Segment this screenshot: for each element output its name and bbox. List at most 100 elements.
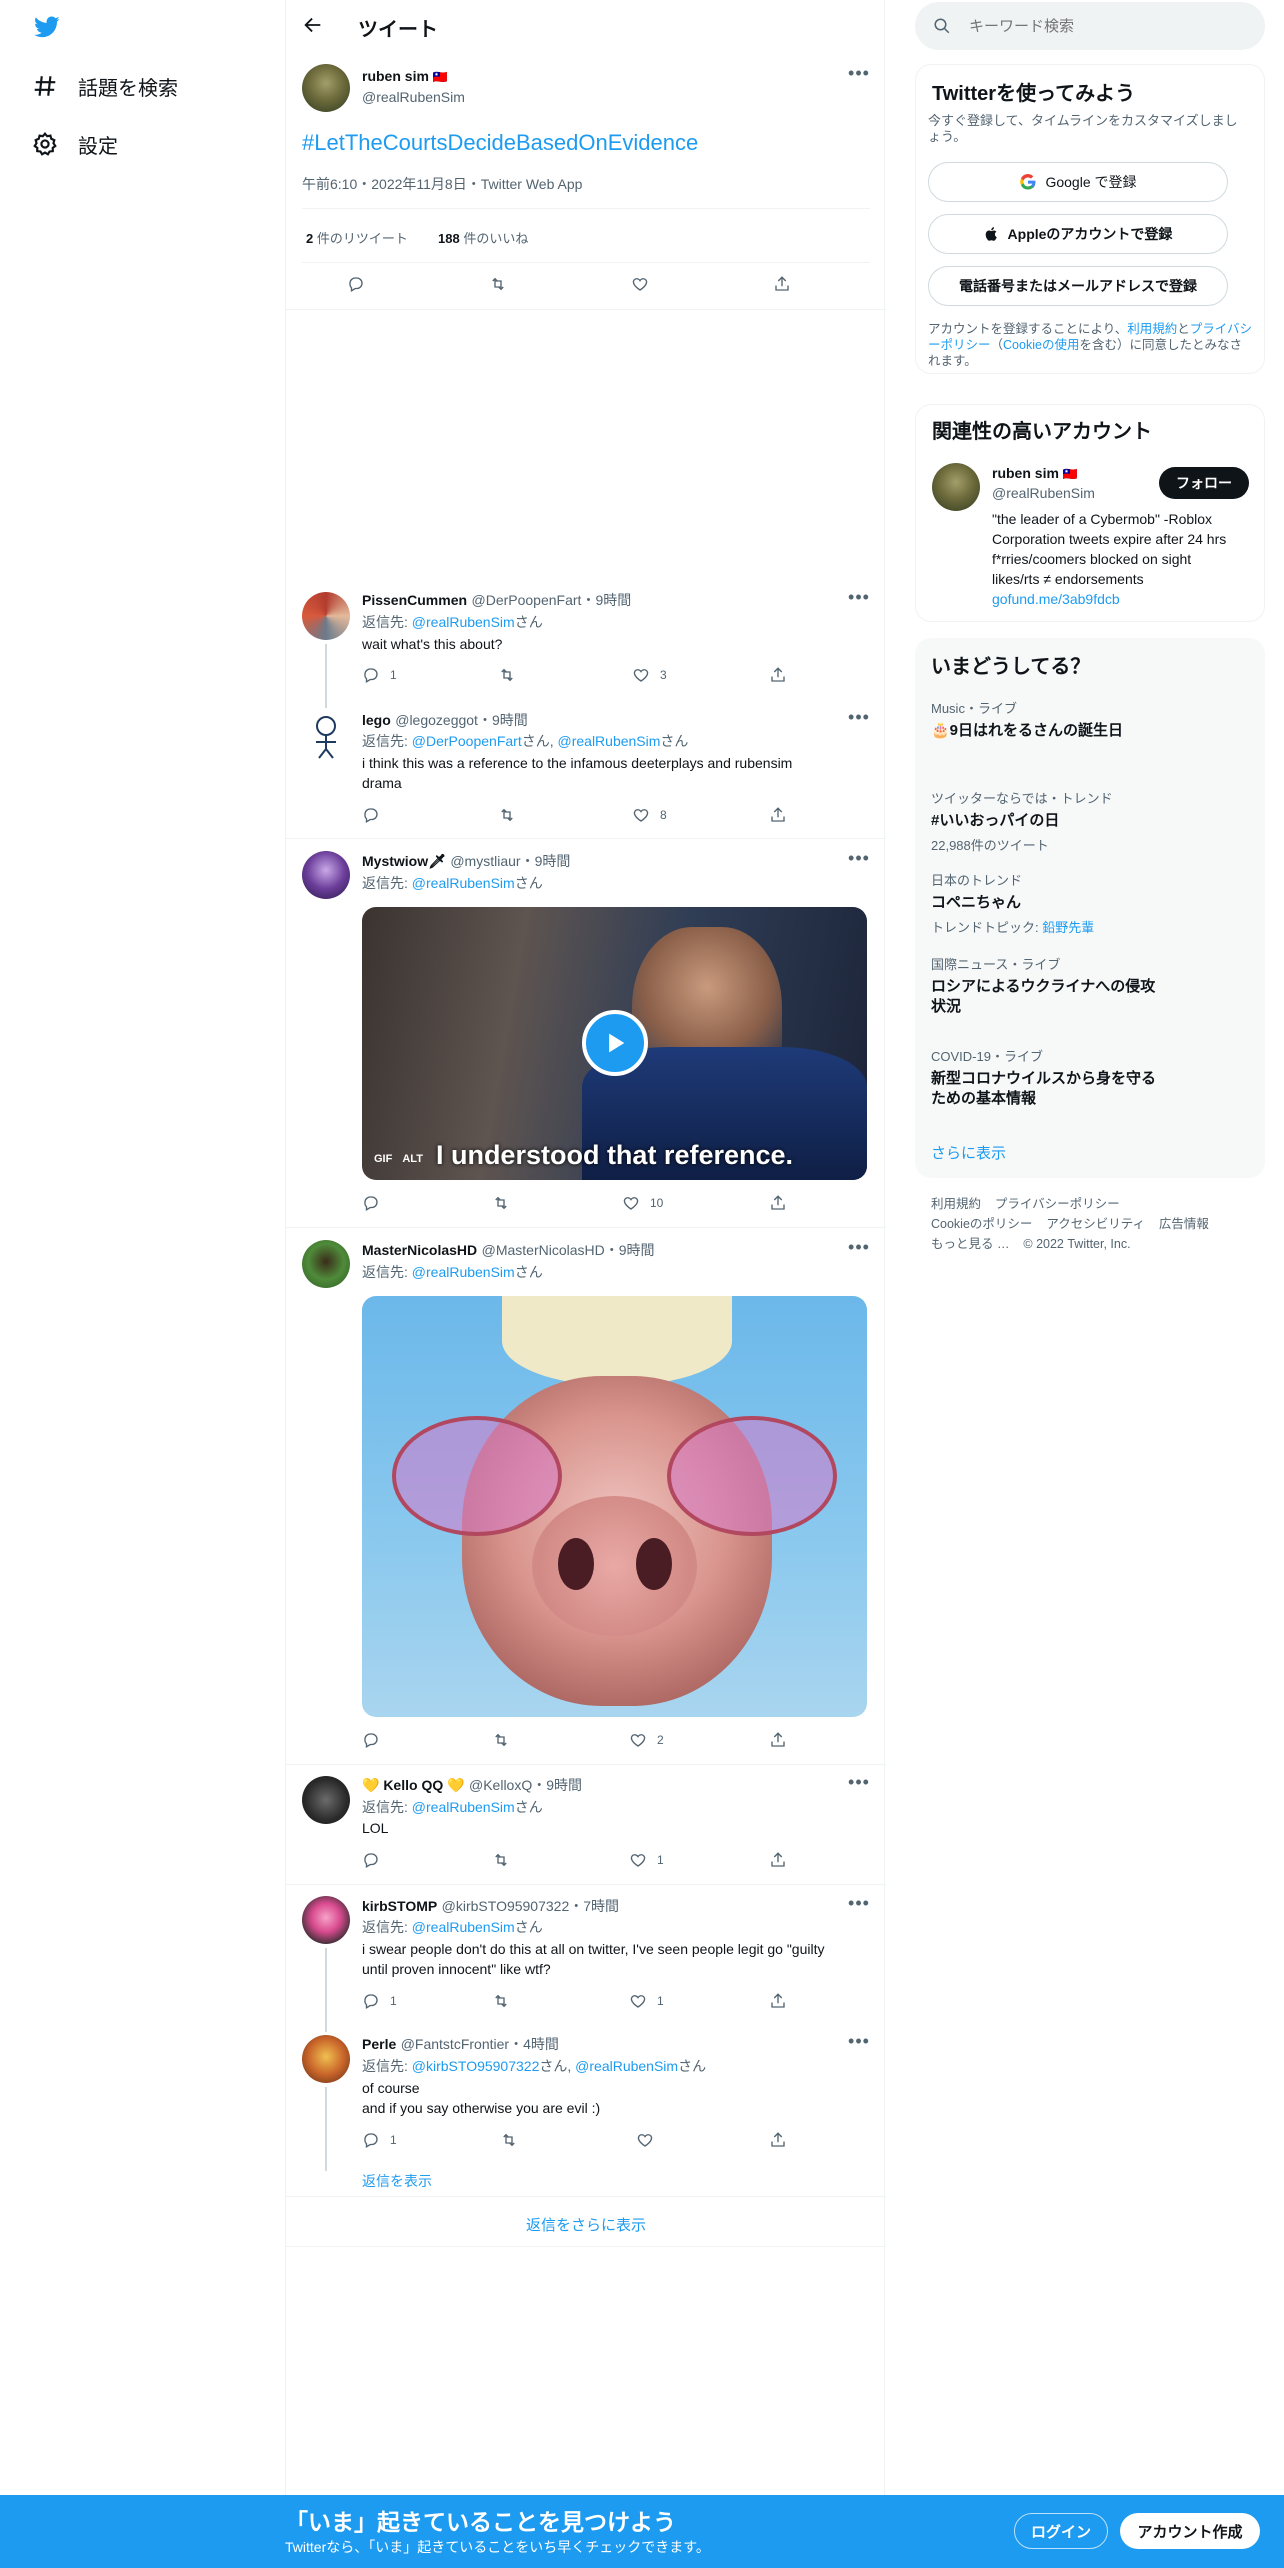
retweet-button[interactable]: [492, 1851, 510, 1869]
reply-time[interactable]: 4時間: [523, 2036, 559, 2052]
share-button[interactable]: [769, 1992, 787, 2010]
nav-item-explore[interactable]: 話題を検索: [32, 66, 178, 106]
like-button[interactable]: [631, 275, 649, 293]
like-button[interactable]: 10: [622, 1194, 663, 1212]
share-button[interactable]: [769, 1851, 787, 1869]
like-button[interactable]: 1: [629, 1851, 664, 1869]
footer-more-link[interactable]: もっと見る …: [931, 1237, 1009, 1251]
share-button[interactable]: [769, 1731, 787, 1749]
like-button[interactable]: 1: [629, 1992, 664, 2010]
trend-item[interactable]: COVID-19・ライブ 新型コロナウイルスから身を守る ための基本情報: [931, 1046, 1231, 1109]
avatar[interactable]: [932, 463, 980, 511]
reply-author-handle[interactable]: @MasterNicolasHD: [482, 1242, 605, 1258]
avatar[interactable]: [302, 712, 350, 760]
share-button[interactable]: [769, 2131, 787, 2149]
retweet-button[interactable]: [498, 806, 516, 824]
more-options-icon[interactable]: •••: [848, 1238, 870, 1262]
footer-link[interactable]: 広告情報: [1159, 1217, 1209, 1231]
show-replies-link[interactable]: 返信を表示: [362, 2171, 432, 2191]
like-button[interactable]: 2: [629, 1731, 664, 1749]
mention-link[interactable]: @realRubenSim: [558, 733, 661, 749]
reply-author-name[interactable]: 💛 Kello QQ 💛: [362, 1777, 465, 1793]
play-icon[interactable]: [582, 1010, 648, 1076]
relevant-handle[interactable]: @realRubenSim: [992, 485, 1095, 501]
author-name[interactable]: ruben sim 🇹🇼: [362, 68, 448, 84]
footer-link[interactable]: アクセシビリティ: [1046, 1217, 1145, 1231]
reply-button[interactable]: 1: [362, 2131, 397, 2149]
create-account-button[interactable]: アカウント作成: [1120, 2513, 1260, 2549]
avatar[interactable]: [302, 1240, 350, 1288]
mention-link[interactable]: @realRubenSim: [412, 614, 515, 630]
apple-signup-button[interactable]: Appleのアカウントで登録: [928, 214, 1228, 254]
tweet-meta[interactable]: 午前6:10・2022年11月8日・Twitter Web App: [302, 174, 582, 194]
like-button[interactable]: [636, 2131, 654, 2149]
gif-media[interactable]: I understood that reference. GIF ALT: [362, 907, 867, 1180]
retweet-button[interactable]: [492, 1731, 510, 1749]
reply-author-name[interactable]: MasterNicolasHD: [362, 1242, 477, 1258]
show-more-trends-link[interactable]: さらに表示: [931, 1142, 1006, 1163]
avatar[interactable]: [302, 2035, 350, 2083]
share-button[interactable]: [769, 666, 787, 684]
more-options-icon[interactable]: •••: [848, 588, 870, 612]
reply-time[interactable]: 9時間: [535, 853, 571, 869]
reply-button[interactable]: [362, 1851, 380, 1869]
search-input[interactable]: [969, 17, 1229, 35]
image-media[interactable]: [362, 1296, 867, 1717]
back-arrow-icon[interactable]: [302, 14, 328, 40]
mention-link[interactable]: @DerPoopenFart: [412, 733, 522, 749]
footer-link[interactable]: プライバシーポリシー: [995, 1197, 1120, 1211]
trend-item[interactable]: 日本のトレンド コペニちゃん トレンドトピック: 鉛野先輩: [931, 870, 1231, 936]
bio-link[interactable]: gofund.me/3ab9fdcb: [992, 589, 1252, 609]
login-button[interactable]: ログイン: [1014, 2513, 1108, 2549]
phone-email-signup-button[interactable]: 電話番号またはメールアドレスで登録: [928, 266, 1228, 306]
avatar[interactable]: [302, 851, 350, 899]
more-options-icon[interactable]: •••: [848, 2032, 870, 2056]
footer-link[interactable]: Cookieのポリシー: [931, 1217, 1032, 1231]
more-options-icon[interactable]: •••: [848, 1894, 870, 1918]
retweet-stats[interactable]: 2 件のリツイート: [306, 228, 408, 247]
nav-item-settings[interactable]: 設定: [32, 124, 118, 164]
more-options-icon[interactable]: •••: [848, 849, 870, 873]
mention-link[interactable]: @realRubenSim: [575, 2058, 678, 2074]
more-options-icon[interactable]: •••: [848, 1773, 870, 1797]
more-options-icon[interactable]: •••: [848, 708, 870, 732]
alt-badge[interactable]: ALT: [402, 1153, 423, 1165]
mention-link[interactable]: @realRubenSim: [412, 1799, 515, 1815]
tweet-text-hashtag[interactable]: #LetTheCourtsDecideBasedOnEvidence: [302, 130, 698, 156]
reply-button[interactable]: 1: [362, 666, 397, 684]
reply-author-handle[interactable]: @kirbSTO95907322: [442, 1898, 570, 1914]
reply-author-name[interactable]: PissenCummen: [362, 592, 467, 608]
reply-button[interactable]: [362, 806, 380, 824]
more-options-icon[interactable]: •••: [848, 64, 870, 88]
mention-link[interactable]: @realRubenSim: [412, 1919, 515, 1935]
reply-author-name[interactable]: Mystwiow🗡: [362, 853, 446, 869]
trend-item[interactable]: Music・ライブ 🎂9日はれをるさんの誕生日: [931, 698, 1231, 741]
reply-button[interactable]: [347, 275, 365, 293]
retweet-button[interactable]: [498, 666, 516, 684]
reply-time[interactable]: 9時間: [619, 1242, 655, 1258]
search-box[interactable]: [915, 2, 1265, 50]
reply-author-handle[interactable]: @mystliaur: [450, 853, 520, 869]
retweet-button[interactable]: [500, 2131, 518, 2149]
like-stats[interactable]: 188 件のいいね: [438, 228, 528, 247]
like-button[interactable]: 8: [632, 806, 667, 824]
terms-link[interactable]: 利用規約: [1127, 322, 1177, 336]
follow-button[interactable]: フォロー: [1159, 467, 1249, 499]
retweet-button[interactable]: [492, 1992, 510, 2010]
trend-topic-link[interactable]: 鉛野先輩: [1042, 920, 1094, 935]
reply-author-handle[interactable]: @FantstcFrontier: [401, 2036, 509, 2052]
like-button[interactable]: 3: [632, 666, 667, 684]
reply-time[interactable]: 9時間: [595, 592, 631, 608]
mention-link[interactable]: @realRubenSim: [412, 1264, 515, 1280]
reply-time[interactable]: 9時間: [492, 712, 528, 728]
author-handle[interactable]: @realRubenSim: [362, 89, 465, 105]
reply-author-name[interactable]: Perle: [362, 2036, 396, 2052]
reply-author-handle[interactable]: @KelloxQ: [469, 1777, 532, 1793]
show-more-replies-link[interactable]: 返信をさらに表示: [286, 2214, 886, 2235]
reply-time[interactable]: 7時間: [583, 1898, 619, 1914]
reply-button[interactable]: [362, 1731, 380, 1749]
retweet-button[interactable]: [489, 275, 507, 293]
trend-item[interactable]: 国際ニュース・ライブ ロシアによるウクライナへの侵攻 状況: [931, 954, 1231, 1017]
footer-link[interactable]: 利用規約: [931, 1197, 981, 1211]
retweet-button[interactable]: [492, 1194, 510, 1212]
